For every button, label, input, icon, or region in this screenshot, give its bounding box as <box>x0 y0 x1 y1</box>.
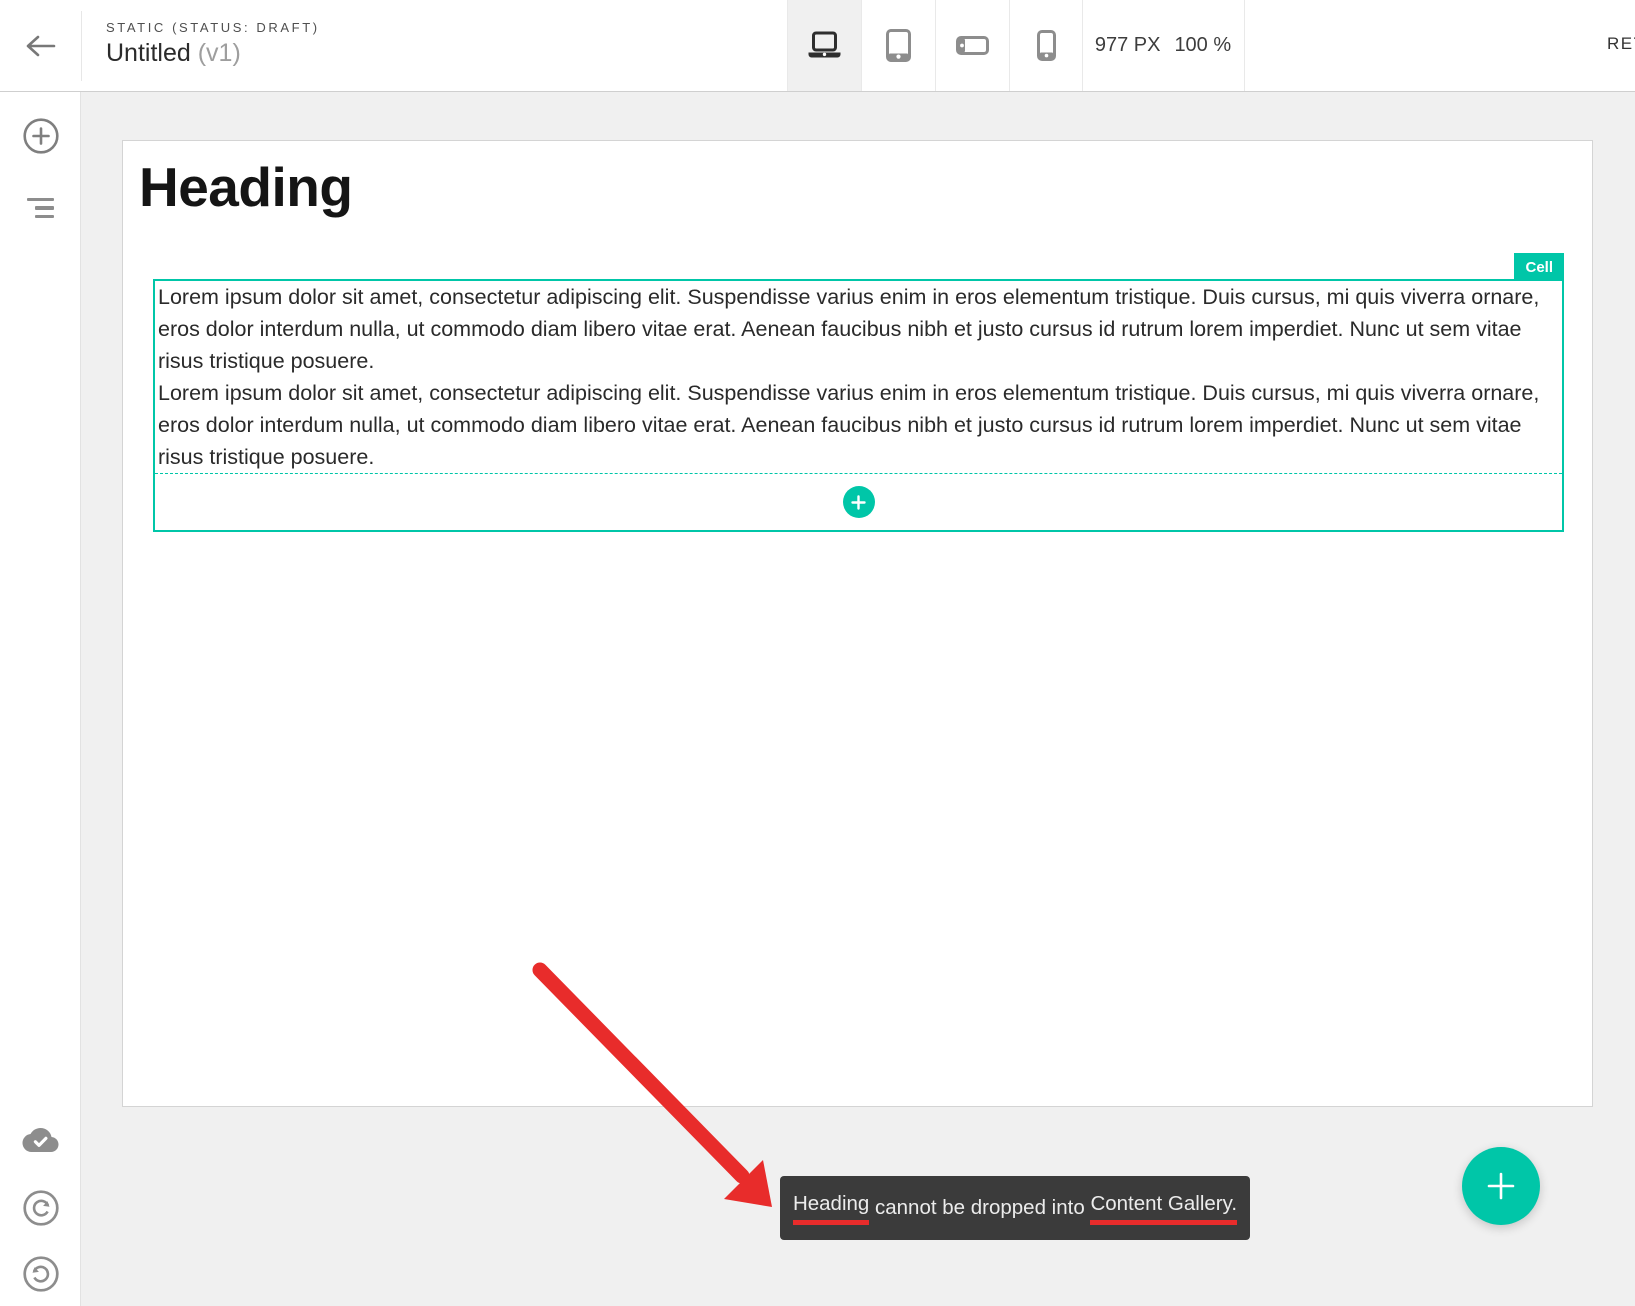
undo-icon <box>22 1189 60 1227</box>
page-title: Untitled (v1) <box>106 39 320 68</box>
undo-button[interactable] <box>0 1180 81 1236</box>
add-block-fab[interactable] <box>1462 1147 1540 1225</box>
redo-icon <box>22 1255 60 1293</box>
add-element-icon <box>22 117 60 155</box>
page-preview-card: Heading Cell Lorem ipsum dolor sit amet,… <box>122 140 1593 1107</box>
drop-restriction-tooltip: Heading cannot be dropped into Content G… <box>780 1176 1250 1240</box>
save-status-indicator <box>0 1110 81 1166</box>
arrow-left-icon <box>23 31 57 61</box>
divider <box>81 11 82 81</box>
phone-portrait-icon <box>1037 30 1056 61</box>
device-phone-landscape-button[interactable] <box>935 0 1009 91</box>
rich-text-element[interactable]: Lorem ipsum dolor sit amet, consectetur … <box>155 281 1562 473</box>
status-label: STATIC (STATUS: DRAFT) <box>106 20 320 35</box>
empty-drop-zone[interactable] <box>155 473 1562 530</box>
page-heading-element[interactable]: Heading <box>139 155 352 219</box>
element-tree-button[interactable] <box>0 180 81 236</box>
phone-landscape-icon <box>956 36 989 55</box>
tablet-portrait-icon <box>886 29 911 62</box>
device-tablet-portrait-button[interactable] <box>861 0 935 91</box>
cloud-saved-icon <box>22 1125 59 1152</box>
topbar: STATIC (STATUS: DRAFT) Untitled (v1) <box>0 0 1635 92</box>
add-element-button[interactable] <box>0 108 81 164</box>
tooltip-dragged-element-name: Heading <box>793 1192 869 1225</box>
paragraph[interactable]: Lorem ipsum dolor sit amet, consectetur … <box>158 281 1559 377</box>
device-desktop-button[interactable] <box>787 0 861 91</box>
redo-button[interactable] <box>0 1246 81 1302</box>
viewport-zoom-info: 977 PX 100 % <box>1082 0 1245 91</box>
back-button[interactable] <box>18 26 62 66</box>
editor-left-toolbar <box>0 92 81 1306</box>
element-tree-icon <box>27 198 54 219</box>
page-version: (v1) <box>198 39 241 67</box>
layout-cell[interactable]: Cell Lorem ipsum dolor sit amet, consect… <box>153 279 1564 532</box>
cell-type-badge: Cell <box>1514 253 1564 281</box>
paragraph[interactable]: Lorem ipsum dolor sit amet, consectetur … <box>158 377 1559 473</box>
device-phone-portrait-button[interactable] <box>1009 0 1083 91</box>
laptop-icon <box>806 31 843 60</box>
tooltip-message: cannot be dropped into <box>869 1196 1090 1220</box>
page-title-text: Untitled <box>106 39 191 67</box>
tooltip-target-element-name: Content Gallery. <box>1090 1192 1237 1225</box>
viewport-width-value: 977 PX <box>1095 34 1161 57</box>
plus-icon <box>1485 1170 1517 1202</box>
device-preview-switcher <box>787 0 1083 91</box>
zoom-level-value: 100 % <box>1174 34 1231 57</box>
topbar-right-action-clipped[interactable]: RET <box>1607 34 1635 54</box>
plus-icon <box>851 495 866 510</box>
document-title-block: STATIC (STATUS: DRAFT) Untitled (v1) <box>106 20 320 68</box>
add-content-button[interactable] <box>843 486 875 518</box>
